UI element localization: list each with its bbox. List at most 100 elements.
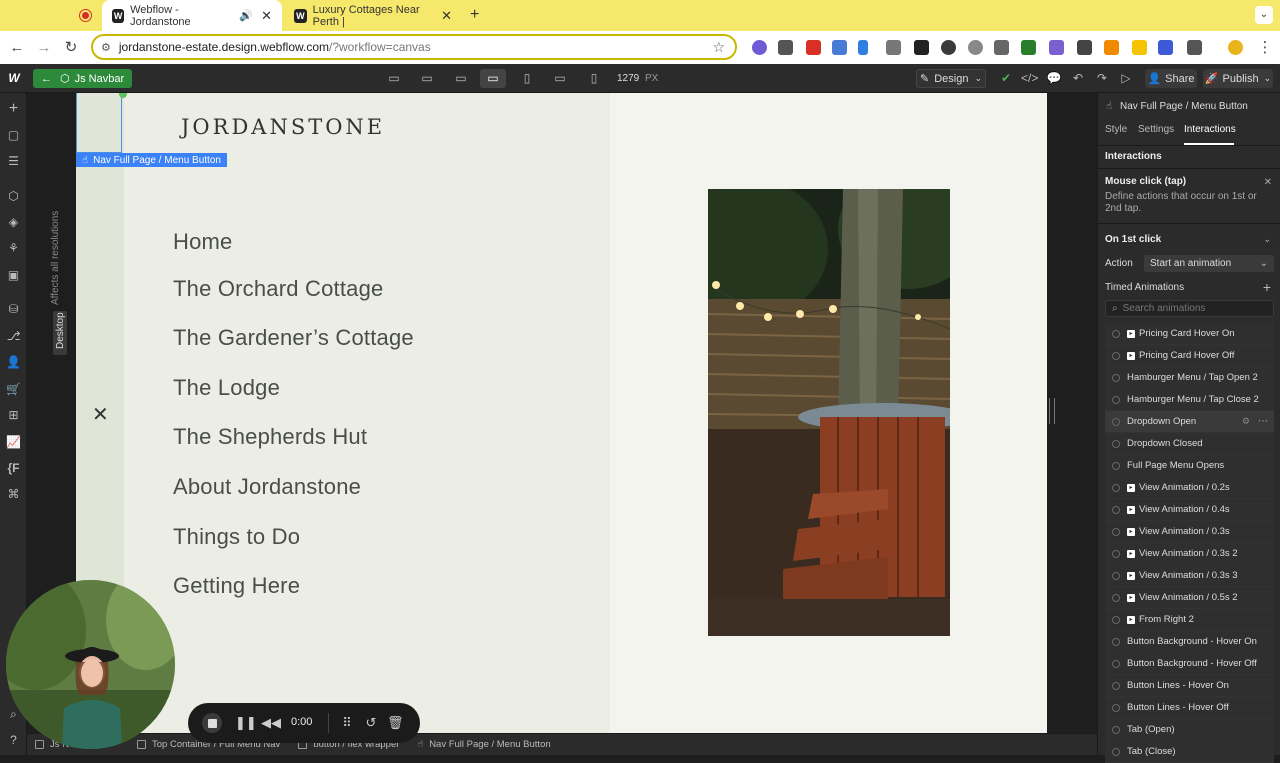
menu-link-lodge[interactable]: The Lodge — [173, 375, 280, 401]
breakpoint-tablet-icon[interactable]: ▯ — [514, 69, 540, 88]
profile-avatar[interactable] — [1228, 40, 1243, 55]
stop-recording-button[interactable] — [202, 713, 222, 733]
close-tab-icon[interactable]: ✕ — [261, 8, 272, 24]
menu-link-gardeners-cottage[interactable]: The Gardener’s Cottage — [173, 325, 414, 351]
tab-webflow[interactable]: W Webflow - Jordanstone 🔊 ✕ — [102, 0, 282, 31]
tab-settings[interactable]: Settings — [1138, 124, 1174, 135]
add-animation-icon[interactable]: + — [1263, 279, 1271, 295]
ecommerce-icon[interactable]: 🛒 — [5, 381, 22, 398]
animation-item[interactable]: Tab (Close) — [1105, 741, 1274, 763]
animation-radio[interactable] — [1112, 747, 1120, 756]
design-mode-button[interactable]: ✎ Design ⌄ — [916, 69, 986, 88]
animation-radio[interactable] — [1112, 395, 1120, 404]
animation-item[interactable]: Button Background - Hover Off — [1105, 653, 1274, 675]
animation-item[interactable]: ▸ View Animation / 0.3s 3 — [1105, 565, 1274, 587]
extension-icon[interactable] — [1021, 40, 1036, 55]
preview-play-icon[interactable]: ▷ — [1118, 70, 1134, 87]
animation-item[interactable]: ▸ View Animation / 0.3s — [1105, 521, 1274, 543]
tab-luxury-cottages[interactable]: W Luxury Cottages Near Perth | ✕ — [284, 0, 462, 31]
extension-icon[interactable] — [832, 40, 847, 55]
finsweet-extension-icon[interactable]: {F — [5, 460, 22, 477]
animation-item[interactable]: Hamburger Menu / Tap Close 2 — [1105, 389, 1274, 411]
wordpress-extension-icon[interactable] — [941, 40, 956, 55]
animation-item[interactable]: Hamburger Menu / Tap Open 2 — [1105, 367, 1274, 389]
redo-icon[interactable]: ↷ — [1094, 70, 1110, 87]
tab-style[interactable]: Style — [1105, 124, 1127, 135]
selection-handle[interactable] — [119, 93, 127, 98]
component-breadcrumb[interactable]: ← ⬡ Js Navbar — [33, 69, 133, 88]
first-click-title[interactable]: On 1st click — [1105, 234, 1161, 245]
share-button[interactable]: 👤 Share — [1145, 69, 1197, 88]
animation-radio[interactable] — [1112, 549, 1120, 558]
animation-item[interactable]: ▸ Pricing Card Hover On — [1105, 323, 1274, 345]
pause-icon[interactable]: ❚❚ — [235, 714, 257, 732]
extension-icon[interactable] — [858, 40, 868, 55]
menu-link-home[interactable]: Home — [173, 229, 233, 255]
variables-icon[interactable]: ◈ — [5, 214, 22, 231]
menu-link-things-to-do[interactable]: Things to Do — [173, 524, 300, 550]
extension-icon[interactable] — [1077, 40, 1092, 55]
animation-item[interactable]: ▸ View Animation / 0.4s — [1105, 499, 1274, 521]
amazon-extension-icon[interactable] — [1104, 40, 1119, 55]
extension-icon[interactable] — [752, 40, 767, 55]
site-logo[interactable]: JORDANSTONE — [181, 115, 385, 139]
checkmark-icon[interactable]: ✔ — [998, 70, 1014, 87]
menu-link-shepherds-hut[interactable]: The Shepherds Hut — [173, 424, 367, 450]
animation-radio[interactable] — [1112, 615, 1120, 624]
desktop-breakpoint-badge[interactable]: Desktop — [53, 311, 67, 355]
animation-item[interactable]: ▸ View Animation / 0.2s — [1105, 477, 1274, 499]
styles-icon[interactable]: ⚘ — [5, 240, 22, 257]
logic-icon[interactable]: ⎇ — [5, 328, 22, 345]
tab-interactions[interactable]: Interactions — [1184, 124, 1236, 135]
animation-item[interactable]: ▸ View Animation / 0.3s 2 — [1105, 543, 1274, 565]
animation-item[interactable]: Tab (Open) — [1105, 719, 1274, 741]
animation-more-icon[interactable]: ⋯ — [1258, 416, 1268, 427]
undo-icon[interactable]: ↶ — [1070, 70, 1086, 87]
extension-icon[interactable] — [914, 40, 929, 55]
extensions-puzzle-icon[interactable] — [1187, 40, 1202, 55]
breakpoint-desktop-base-icon[interactable]: ▭ — [480, 69, 506, 88]
back-arrow-icon[interactable]: ← — [41, 73, 52, 85]
extension-icon[interactable] — [994, 40, 1009, 55]
breakpoint-laptop-icon[interactable]: ▭ — [448, 69, 474, 88]
animation-radio[interactable] — [1112, 637, 1120, 646]
restart-icon[interactable]: ↺ — [363, 714, 379, 732]
add-panel-icon[interactable]: + — [5, 100, 22, 117]
extension-icon[interactable] — [806, 40, 821, 55]
comment-icon[interactable]: 💬 — [1046, 70, 1062, 87]
breakpoint-desktop-large-icon[interactable]: ▭ — [381, 69, 407, 88]
animation-settings-icon[interactable]: ⚙ — [1242, 416, 1250, 427]
extension-icon[interactable] — [968, 40, 983, 55]
action-select[interactable]: Start an animation ⌄ — [1144, 255, 1274, 272]
animation-radio[interactable] — [1112, 417, 1120, 426]
extension-icon[interactable] — [1158, 40, 1173, 55]
animation-radio[interactable] — [1112, 681, 1120, 690]
animation-item[interactable]: Dropdown Open ⚙ ⋯ — [1105, 411, 1274, 433]
animation-item[interactable]: ▸ View Animation / 0.5s 2 — [1105, 587, 1274, 609]
analytics-icon[interactable]: 📈 — [5, 434, 22, 451]
components-icon[interactable]: ⬡ — [5, 188, 22, 205]
animation-radio[interactable] — [1112, 703, 1120, 712]
close-tab-icon[interactable]: ✕ — [441, 8, 452, 24]
animation-item[interactable]: ▸ From Right 2 — [1105, 609, 1274, 631]
animation-radio[interactable] — [1112, 505, 1120, 514]
animation-radio[interactable] — [1112, 439, 1120, 448]
navigator-icon[interactable]: ☰ — [5, 153, 22, 170]
breakpoint-desktop-medium-icon[interactable]: ▭ — [414, 69, 440, 88]
animation-radio[interactable] — [1112, 483, 1120, 492]
animation-item[interactable]: Full Page Menu Opens — [1105, 455, 1274, 477]
animation-item[interactable]: Button Lines - Hover On — [1105, 675, 1274, 697]
animation-item[interactable]: Button Background - Hover On — [1105, 631, 1274, 653]
publish-button[interactable]: 🚀 Publish ⌄ — [1203, 69, 1273, 88]
speaker-icon[interactable]: 🔊 — [239, 9, 253, 22]
canvas-width-value[interactable]: 1279 — [617, 73, 639, 84]
trash-icon[interactable]: 🗑 — [387, 714, 404, 732]
animation-radio[interactable] — [1112, 351, 1120, 360]
animation-radio[interactable] — [1112, 593, 1120, 602]
address-bar[interactable]: ⚙ jordanstone-estate.design.webflow.com/… — [91, 34, 737, 60]
camera-extension-icon[interactable] — [886, 40, 901, 55]
bookmark-star-icon[interactable]: ☆ — [712, 39, 725, 56]
animation-radio[interactable] — [1112, 329, 1120, 338]
animation-search-input[interactable]: ⌕ Search animations — [1105, 300, 1274, 317]
menu-link-getting-here[interactable]: Getting Here — [173, 573, 300, 599]
